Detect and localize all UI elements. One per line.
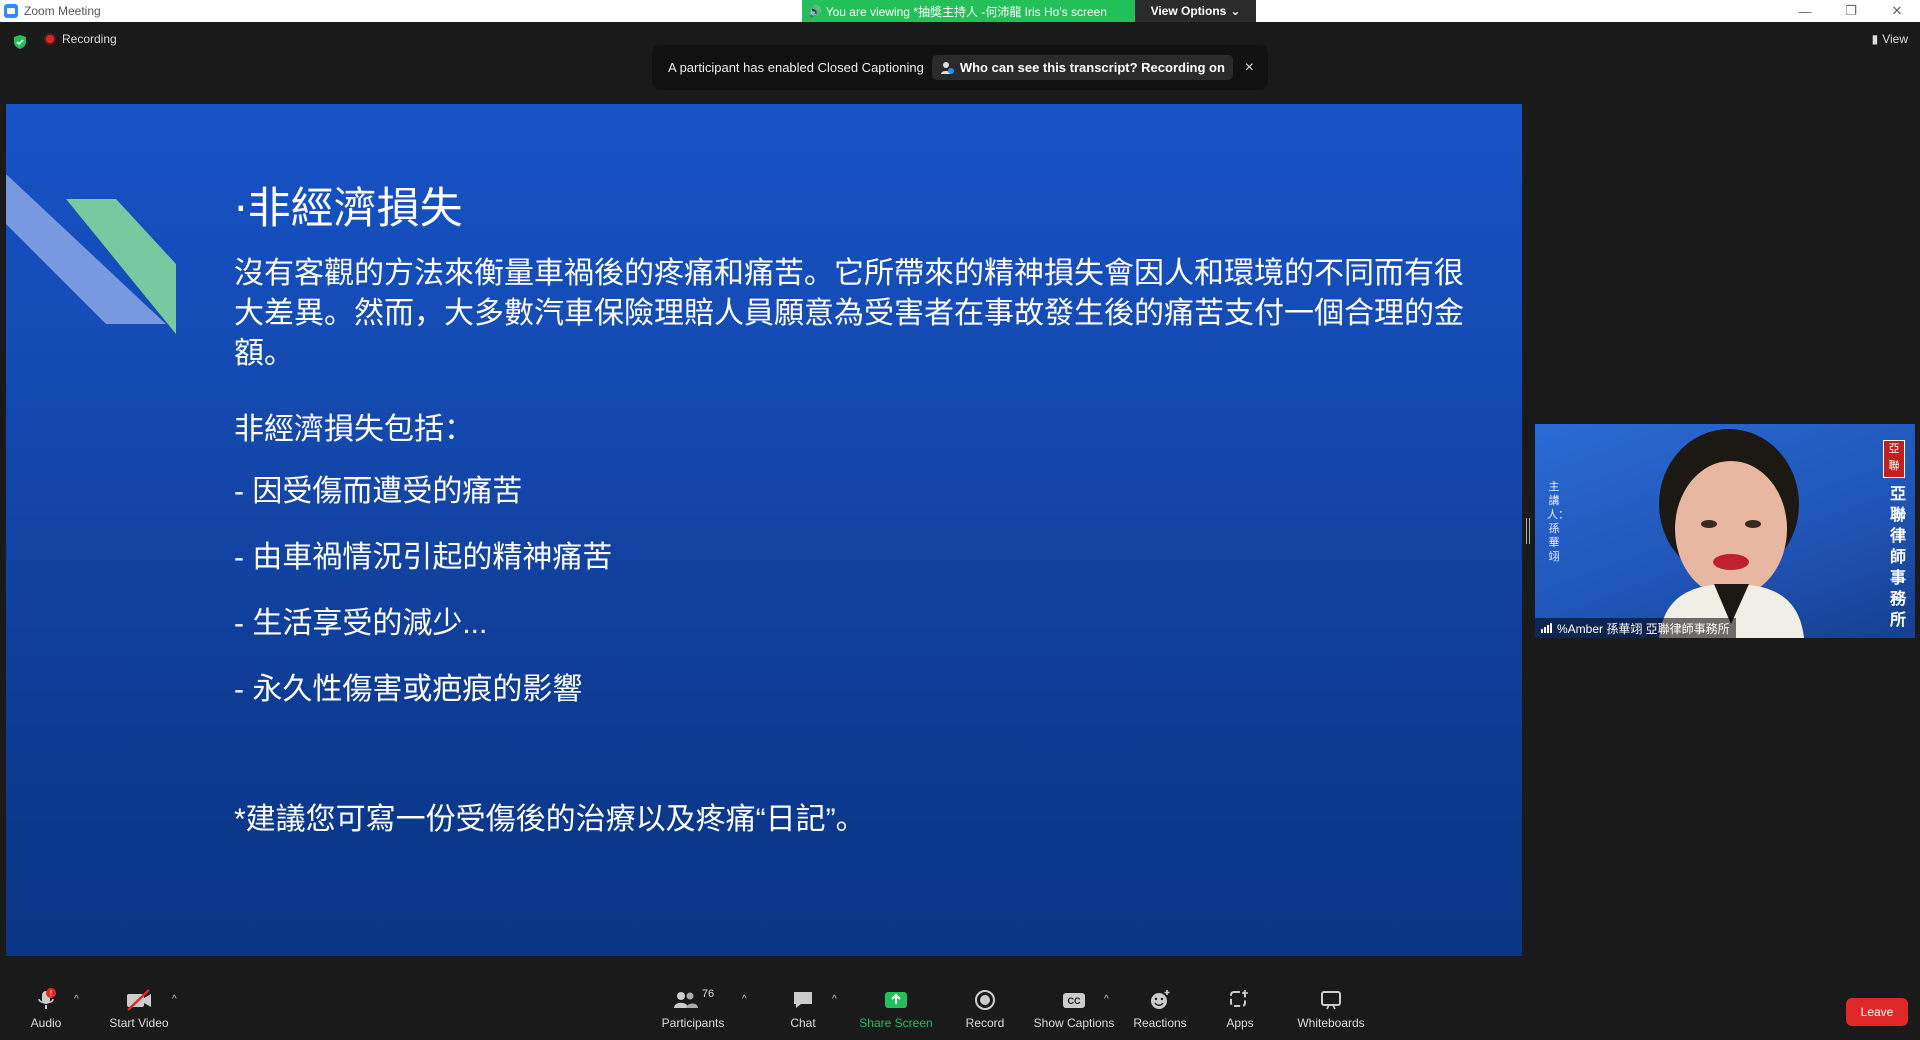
whiteboards-button[interactable]: Whiteboards <box>1294 988 1368 1036</box>
participants-label: Participants <box>661 1016 725 1030</box>
restore-button[interactable]: ❐ <box>1828 0 1874 22</box>
chevron-down-icon: ⌄ <box>1230 4 1241 18</box>
slide-bullet: - 由車禍情況引起的精神痛苦 <box>234 541 613 574</box>
participants-icon <box>673 992 698 1008</box>
start-video-label: Start Video <box>109 1016 169 1030</box>
slide-note: *建議您可寫一份受傷後的治療以及疼痛“日記”。 <box>234 803 866 836</box>
close-window-button[interactable]: ✕ <box>1874 0 1920 22</box>
slide-paragraph: 沒有客觀的方法來衡量車禍後的疼痛和痛苦。它所帶來的精神損失會因人和環境的不同而有… <box>234 257 1464 370</box>
speaker-icon: 🔊 <box>808 5 822 18</box>
transcript-visibility-button[interactable]: Who can see this transcript? Recording o… <box>931 55 1233 80</box>
reactions-smiley-icon <box>1148 988 1172 1012</box>
participant-video-tile[interactable]: 主講人：孫華翊 亞聯 亞聯律師事務所 %Amber 孫華翊 亞聯律師事務所 <box>1535 424 1915 638</box>
slide-bullet-list: - 因受傷而遭受的痛苦 - 由車禍情況引起的精神痛苦 - 生活享受的減少... … <box>234 466 612 730</box>
video-off-icon <box>125 988 153 1012</box>
video-options-caret[interactable]: ^ <box>172 994 177 1005</box>
participants-icon-wrap: 76 <box>672 988 714 1012</box>
start-video-button[interactable]: Start Video <box>104 988 174 1036</box>
chat-options-caret[interactable]: ^ <box>832 994 837 1005</box>
slide-title: ·非經濟損失 <box>234 184 463 234</box>
slide-heading: 非經濟損失包括： <box>234 413 474 446</box>
cc-notice-text: A participant has enabled Closed Caption… <box>668 60 924 75</box>
svg-text:CC: CC <box>1068 996 1081 1006</box>
recording-dot-icon <box>44 33 56 45</box>
record-icon <box>973 988 997 1012</box>
share-screen-label: Share Screen <box>859 1016 933 1030</box>
slide-bullet: - 因受傷而遭受的痛苦 <box>234 475 523 508</box>
share-screen-icon <box>883 988 909 1012</box>
chat-icon <box>791 988 815 1012</box>
slide-bullet: - 生活享受的減少... <box>234 607 488 640</box>
record-label: Record <box>965 1016 1005 1030</box>
close-notice-button[interactable]: × <box>1245 59 1254 77</box>
person-info-icon <box>940 61 954 74</box>
record-button[interactable]: Record <box>962 988 1008 1036</box>
title-bar: Zoom Meeting 🔊 You are viewing *抽獎主持人 -何… <box>0 0 1920 22</box>
reactions-button[interactable]: Reactions <box>1132 988 1188 1036</box>
whiteboard-icon <box>1319 988 1343 1012</box>
signal-strength-icon <box>1541 623 1552 633</box>
view-layout-icon: ▮ <box>1871 32 1879 46</box>
recording-label: Recording <box>62 32 117 46</box>
video-side-caption: 主講人：孫華翊 <box>1547 481 1569 563</box>
audio-options-caret[interactable]: ^ <box>74 994 79 1005</box>
shared-screen: ·非經濟損失 沒有客觀的方法來衡量車禍後的疼痛和痛苦。它所帶來的精神損失會因人和… <box>6 104 1522 956</box>
viewing-banner-text: You are viewing *抽獎主持人 -何沛龍 Iris Ho's sc… <box>825 4 1107 19</box>
participant-name-bar: %Amber 孫華翊 亞聯律師事務所 <box>1535 618 1736 638</box>
apps-label: Apps <box>1226 1016 1254 1030</box>
leave-button[interactable]: Leave <box>1846 998 1908 1026</box>
microphone-icon: ! <box>34 988 58 1012</box>
view-button[interactable]: ▮ View <box>1872 32 1908 46</box>
zoom-app-icon <box>4 4 18 18</box>
recording-indicator[interactable]: Recording <box>44 32 117 46</box>
captions-cc-icon: CC <box>1061 988 1087 1012</box>
slide-decoration-graphic <box>6 174 176 334</box>
view-label: View <box>1882 32 1908 46</box>
video-firm-caption: 亞聯律師事務所 <box>1889 486 1906 629</box>
captions-options-caret[interactable]: ^ <box>1104 994 1109 1005</box>
meeting-toolbar: ! Audio ^ Start Video ^ 76 Participants … <box>0 966 1920 1040</box>
chat-button[interactable]: Chat <box>786 988 820 1036</box>
participants-count: 76 <box>701 988 715 1000</box>
transcript-visibility-label: Who can see this transcript? Recording o… <box>959 60 1225 75</box>
closed-caption-notice: A participant has enabled Closed Caption… <box>652 45 1268 90</box>
firm-seal-logo: 亞聯 <box>1883 440 1905 478</box>
apps-button[interactable]: Apps <box>1222 988 1258 1036</box>
chat-label: Chat <box>790 1016 816 1030</box>
zoom-window: Zoom Meeting 🔊 You are viewing *抽獎主持人 -何… <box>0 0 1920 1040</box>
audio-button[interactable]: ! Audio <box>26 988 66 1036</box>
view-options-button[interactable]: View Options ⌄ <box>1135 0 1256 22</box>
minimize-button[interactable]: — <box>1782 0 1828 22</box>
share-screen-button[interactable]: Share Screen <box>858 988 934 1036</box>
participant-video-image <box>1659 429 1804 638</box>
whiteboards-label: Whiteboards <box>1297 1016 1365 1030</box>
participants-button[interactable]: 76 Participants <box>656 988 730 1036</box>
window-title: Zoom Meeting <box>24 4 101 18</box>
slide-bullet: - 永久性傷害或疤痕的影響 <box>234 673 583 706</box>
participants-options-caret[interactable]: ^ <box>742 994 747 1005</box>
reactions-label: Reactions <box>1133 1016 1187 1030</box>
security-shield-icon[interactable] <box>12 34 28 50</box>
panel-resize-handle[interactable] <box>1526 518 1530 544</box>
svg-text:!: ! <box>50 989 52 998</box>
window-controls: — ❐ ✕ <box>1782 0 1920 22</box>
view-options-label: View Options <box>1150 4 1227 18</box>
participant-name: %Amber 孫華翊 亞聯律師事務所 <box>1557 621 1730 636</box>
viewing-banner: 🔊 You are viewing *抽獎主持人 -何沛龍 Iris Ho's … <box>802 0 1135 22</box>
show-captions-label: Show Captions <box>1033 1016 1115 1030</box>
apps-icon <box>1228 988 1252 1012</box>
audio-label: Audio <box>30 1016 62 1030</box>
